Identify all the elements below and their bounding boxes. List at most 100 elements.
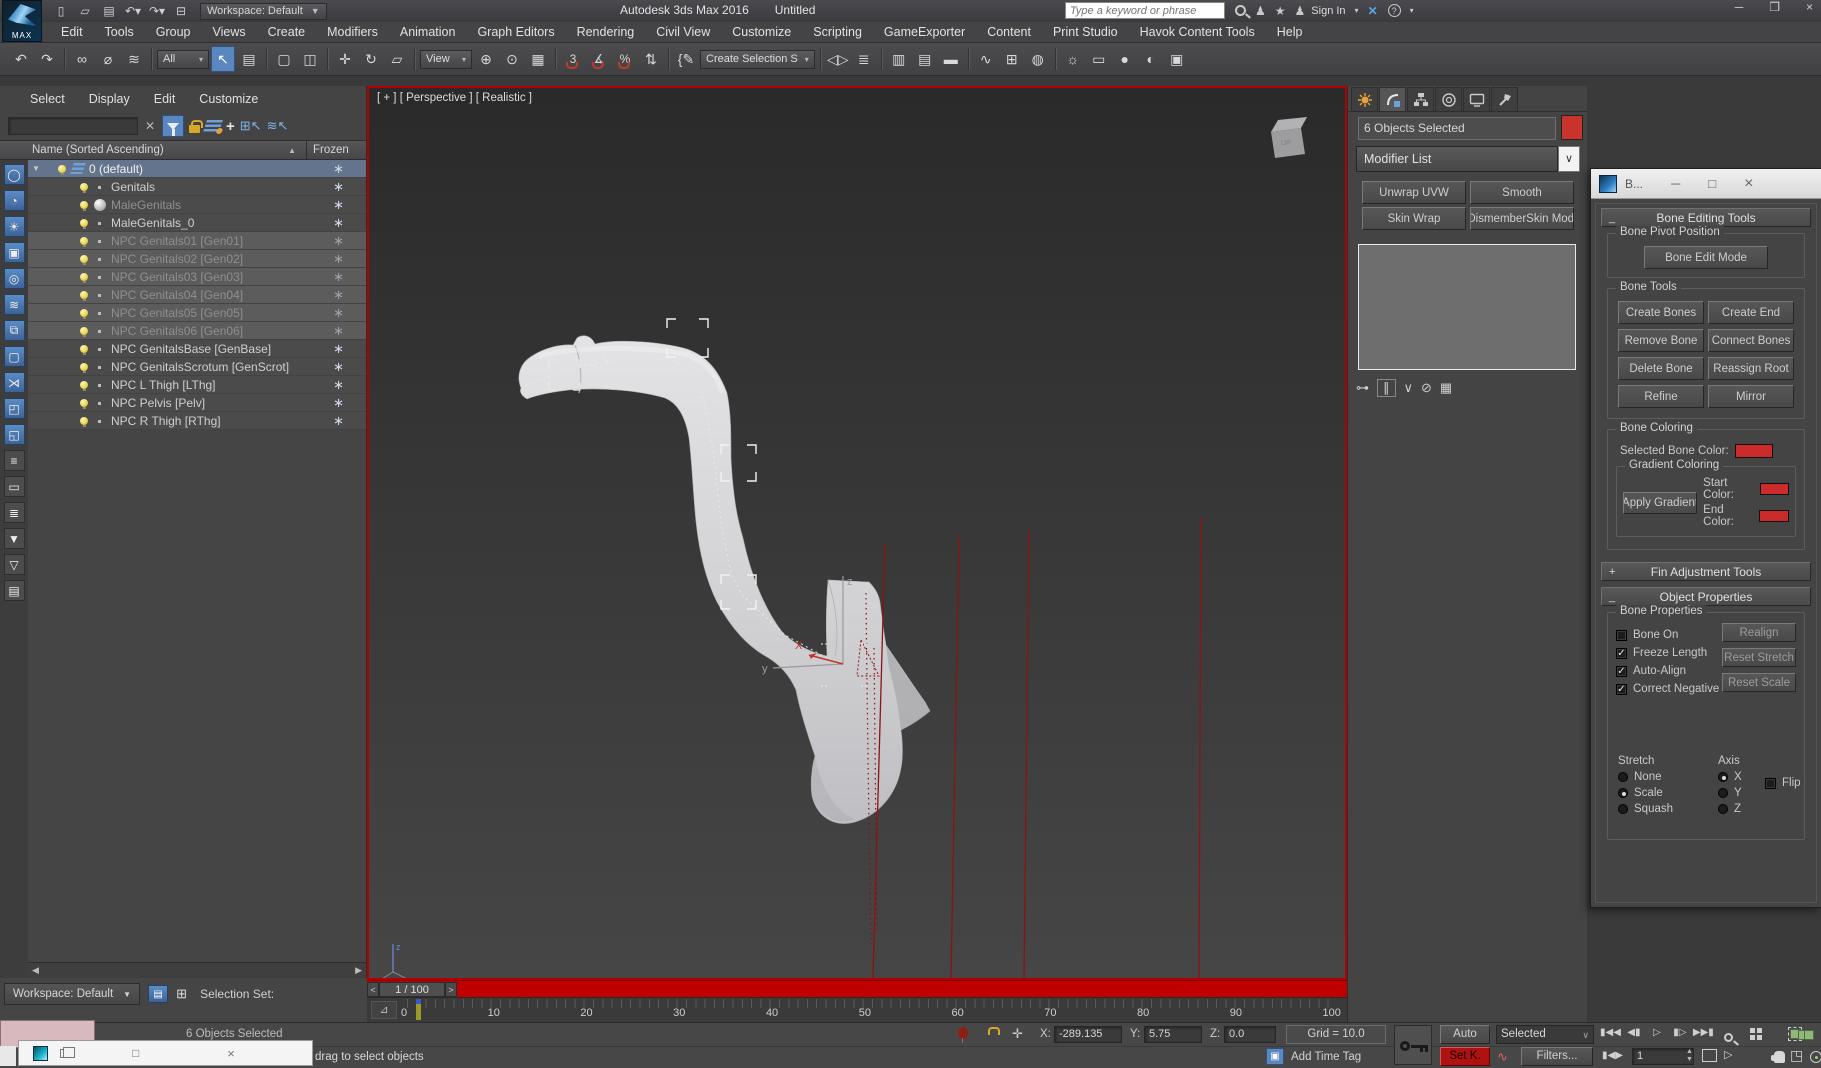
- bone-property-button[interactable]: Reset Scale: [1722, 673, 1796, 692]
- checkbox[interactable]: [1616, 648, 1627, 659]
- stretch-radio-row[interactable]: None: [1618, 771, 1673, 783]
- filter-bones-icon[interactable]: ⋊: [4, 372, 25, 393]
- search-input[interactable]: [1065, 2, 1225, 19]
- notification-balloon-icon[interactable]: [958, 1027, 968, 1039]
- key-mode-toggle-icon[interactable]: ▮◀▶: [1602, 1050, 1623, 1061]
- apply-gradient-button[interactable]: Apply Gradient: [1623, 492, 1697, 514]
- filter-shapes-icon[interactable]: ◔: [4, 190, 25, 211]
- sign-in-chevron-icon[interactable]: ▾: [1355, 6, 1359, 15]
- time-slider[interactable]: < 1 / 100 >: [367, 980, 1347, 997]
- filter-cameras-icon[interactable]: ▣: [4, 242, 25, 263]
- modifier-list-chevron-icon[interactable]: ∨: [1558, 146, 1580, 172]
- dialog-close-button[interactable]: ×: [1744, 175, 1753, 193]
- selection-set-dropdown[interactable]: Selected: [1496, 1025, 1594, 1044]
- spinner-snap-icon[interactable]: ⇅: [639, 46, 663, 72]
- menu-item[interactable]: Havok Content Tools: [1129, 22, 1266, 43]
- bulb-icon[interactable]: [80, 345, 88, 353]
- tab-create[interactable]: [1351, 87, 1378, 111]
- scene-explorer-menu-item[interactable]: Select: [20, 92, 75, 106]
- zoom-all-icon[interactable]: [1750, 1028, 1762, 1040]
- unlink-selection-icon[interactable]: ⌀: [96, 46, 120, 72]
- radio-button[interactable]: [1718, 772, 1728, 782]
- explorer-horizontal-scrollbar[interactable]: ◀ ▶: [28, 962, 366, 978]
- bone-tool-button[interactable]: Delete Bone: [1618, 357, 1704, 380]
- frozen-icon[interactable]: ∗: [333, 290, 344, 300]
- table-row[interactable]: ▼ NPC Genitals06 [Gen06] ∗: [28, 322, 366, 340]
- pin-stack-icon[interactable]: ⊶: [1356, 380, 1369, 396]
- material-editor-icon[interactable]: ◍: [1026, 46, 1050, 72]
- align-icon[interactable]: ≣: [852, 46, 876, 72]
- select-and-rotate-icon[interactable]: ↻: [359, 46, 383, 72]
- menu-item[interactable]: Civil View: [645, 22, 721, 43]
- blank-view-icon[interactable]: ▭: [4, 476, 25, 497]
- radio-button[interactable]: [1618, 788, 1628, 798]
- filter-config-icon[interactable]: ▽: [4, 554, 25, 575]
- axis-radio-row[interactable]: Y: [1718, 787, 1742, 799]
- selected-bone-color-swatch[interactable]: [1735, 444, 1773, 458]
- table-row[interactable]: ▼ NPC R Thigh [RThg] ∗: [28, 412, 366, 430]
- dialog-title-bar[interactable]: B... ─ □ ×: [1591, 169, 1821, 199]
- track-bar[interactable]: ⊿ 0102030405060708090100: [367, 997, 1347, 1022]
- selection-name-field[interactable]: 6 Objects Selected: [1358, 117, 1556, 140]
- filter-xrefs-icon[interactable]: ▢: [4, 346, 25, 367]
- scene-cube[interactable]: UP: [1271, 117, 1307, 158]
- toolbar-separator[interactable]: [263, 46, 270, 72]
- max-logo-icon[interactable]: MAX: [2, 0, 42, 42]
- bulb-icon[interactable]: [80, 363, 88, 371]
- time-tag-icon[interactable]: ▣: [1266, 1048, 1284, 1065]
- show-end-result-icon[interactable]: ∥: [1377, 379, 1396, 397]
- bulb-icon[interactable]: [80, 381, 88, 389]
- bone-tool-button[interactable]: Create End: [1708, 301, 1794, 324]
- table-row[interactable]: ▼ NPC L Thigh [LThg] ∗: [28, 376, 366, 394]
- table-row[interactable]: ▼ NPC Genitals01 [Gen01] ∗: [28, 232, 366, 250]
- frozen-icon[interactable]: ∗: [333, 218, 344, 228]
- modifier-stack-list[interactable]: [1358, 244, 1576, 370]
- workspace-dropdown[interactable]: Workspace: Default▼: [200, 3, 327, 20]
- sign-in-button[interactable]: Sign In: [1311, 5, 1345, 17]
- make-unique-icon[interactable]: ∨: [1404, 380, 1414, 396]
- table-row[interactable]: ▼ MaleGenitals ∗: [28, 196, 366, 214]
- play-button[interactable]: ▷: [1647, 1027, 1667, 1038]
- percent-snap-icon[interactable]: %: [613, 46, 637, 72]
- zoom-icon[interactable]: [1724, 1033, 1733, 1042]
- layers-icon[interactable]: [203, 120, 223, 132]
- menu-item[interactable]: Graph Editors: [466, 22, 565, 43]
- search-icon[interactable]: [1235, 5, 1246, 16]
- checkbox[interactable]: [1616, 630, 1627, 641]
- menu-item[interactable]: Print Studio: [1042, 22, 1129, 43]
- menu-item[interactable]: Edit: [50, 22, 94, 43]
- y-coordinate-field[interactable]: 5.75: [1144, 1026, 1202, 1043]
- table-row[interactable]: ▼ NPC Genitals02 [Gen02] ∗: [28, 250, 366, 268]
- window-crossing-icon[interactable]: ◫: [298, 46, 322, 72]
- workspace-footer-dropdown[interactable]: Workspace: Default▼: [4, 983, 140, 1005]
- table-row[interactable]: ▼ MaleGenitals_0 ∗: [28, 214, 366, 232]
- select-by-name-icon[interactable]: ▤: [237, 46, 261, 72]
- bulb-icon[interactable]: [80, 201, 88, 209]
- flip-checkbox-row[interactable]: Flip: [1765, 777, 1801, 789]
- viewport-canvas[interactable]: z y X UP z: [369, 88, 1345, 978]
- bulb-icon[interactable]: [80, 237, 88, 245]
- end-color-swatch[interactable]: [1759, 510, 1789, 522]
- scene-explorer-menu-item[interactable]: Edit: [144, 92, 186, 106]
- set-keys-button[interactable]: [1394, 1025, 1432, 1065]
- tab-hierarchy[interactable]: [1407, 87, 1434, 111]
- radio-button[interactable]: [1718, 804, 1728, 814]
- select-and-manipulate-icon[interactable]: ⊙: [500, 46, 524, 72]
- sign-in-avatar-icon[interactable]: ♟: [1295, 4, 1306, 18]
- modifier-button[interactable]: Skin Wrap: [1362, 207, 1466, 230]
- frozen-icon[interactable]: ∗: [333, 398, 344, 408]
- toolbar-separator[interactable]: [965, 46, 972, 72]
- restore-button[interactable]: ❒: [1769, 0, 1780, 14]
- select-object-icon[interactable]: ↖: [211, 46, 235, 72]
- favorites-star-icon[interactable]: ★: [1275, 4, 1286, 18]
- filter-helpers-icon[interactable]: ◎: [4, 268, 25, 289]
- menu-item[interactable]: Help: [1266, 22, 1314, 43]
- angle-snap-icon[interactable]: ∡: [587, 46, 611, 72]
- frozen-icon[interactable]: ∗: [333, 362, 344, 372]
- list-view-icon[interactable]: ≡: [4, 450, 25, 471]
- toolbar-separator[interactable]: [411, 46, 418, 72]
- frozen-icon[interactable]: ∗: [333, 236, 344, 246]
- pick-container-icon[interactable]: ⊞↖: [240, 118, 262, 134]
- bind-to-spacewarp-icon[interactable]: ≋: [122, 46, 146, 72]
- frozen-icon[interactable]: ∗: [333, 380, 344, 390]
